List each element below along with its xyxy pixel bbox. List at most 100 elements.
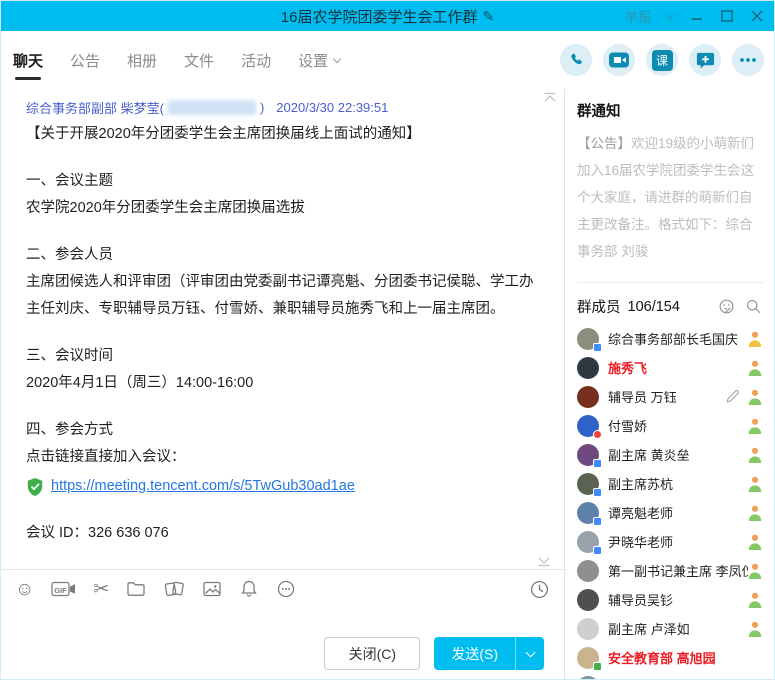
qq-group-chat-window: 16届农学院团委学生会工作群 ✎ 举报 聊天 公告 相册 文件 活动 设置 — [0, 0, 775, 680]
send-file-folder-icon[interactable] — [126, 579, 146, 599]
tab-announcement-label: 公告 — [70, 50, 100, 71]
scroll-to-bottom-button[interactable] — [536, 556, 552, 567]
member-row[interactable]: 尹晓华老师 — [577, 527, 764, 556]
message-line: 三、会议时间 — [26, 343, 538, 370]
member-avatar — [577, 618, 599, 640]
member-avatar — [577, 386, 599, 408]
video-call-button[interactable] — [603, 44, 635, 76]
tab-announcement[interactable]: 公告 — [70, 31, 100, 89]
member-avatar — [577, 415, 599, 437]
window-shake-icon[interactable] — [163, 579, 185, 599]
message-input[interactable] — [1, 608, 564, 634]
close-button[interactable] — [750, 6, 764, 26]
member-avatar — [577, 473, 599, 495]
message-line: 2020年4月1日（周三）14:00-16:00 — [26, 370, 538, 397]
search-members-icon[interactable] — [745, 298, 762, 315]
tab-settings[interactable]: 设置 — [298, 31, 340, 89]
members-title: 群成员 — [577, 296, 621, 317]
member-name: 副主席 黄炎垒 — [608, 445, 748, 464]
member-level-person-icon — [748, 389, 762, 405]
create-group-chat-button[interactable] — [689, 44, 721, 76]
edit-card-pencil-icon[interactable] — [725, 389, 740, 404]
member-avatar — [577, 444, 599, 466]
chat-bubble-plus-icon — [695, 50, 716, 71]
member-avatar — [577, 357, 599, 379]
maximize-button[interactable] — [720, 6, 734, 26]
member-avatar — [577, 502, 599, 524]
message-link-line: https://meeting.tencent.com/s/5TwGub30ad… — [26, 473, 538, 500]
member-name: 安全教育部 高旭园 — [608, 648, 762, 667]
member-name: 谭亮魁老师 — [608, 503, 748, 522]
class-course-icon: 课 — [652, 50, 673, 71]
message-line: 会议 ID：326 636 076 — [26, 520, 538, 547]
tab-activity-label: 活动 — [241, 50, 271, 71]
emoji-icon[interactable]: ☺ — [15, 580, 34, 599]
member-row[interactable]: 施秀飞 — [577, 353, 764, 382]
class-course-button[interactable]: 课 — [646, 44, 678, 76]
status-badge — [593, 430, 602, 439]
nudge-bell-icon[interactable] — [239, 579, 259, 599]
member-row[interactable]: 综合事务部部长毛国庆 — [577, 324, 764, 353]
mute-members-icon[interactable] — [718, 298, 735, 315]
send-button[interactable]: 发送(S) — [434, 637, 544, 670]
member-row[interactable]: 第一副书记兼主席 李凤仪 — [577, 556, 764, 585]
member-row[interactable]: 副主席苏杭 — [577, 469, 764, 498]
phone-icon — [568, 52, 585, 69]
status-badge — [593, 488, 602, 497]
member-row[interactable]: 谭亮魁老师 — [577, 498, 764, 527]
status-badge — [593, 459, 602, 468]
composer-toolbar: ☺ GIF ✂ — [1, 569, 564, 608]
member-avatar — [577, 560, 599, 582]
minimize-button[interactable] — [690, 6, 704, 26]
member-row[interactable]: 辅导员吴钐 — [577, 585, 764, 614]
member-name: 第一副书记兼主席 李凤仪 — [608, 561, 748, 580]
tab-chat[interactable]: 聊天 — [13, 31, 43, 89]
member-list: 综合事务部部长毛国庆 施秀飞 辅导员 万钰 — [577, 324, 764, 680]
title-bar: 16届农学院团委学生会工作群 ✎ 举报 — [1, 1, 774, 31]
censored-qq-number — [168, 100, 256, 115]
more-tools-icon[interactable] — [276, 579, 296, 599]
screenshot-scissors-icon[interactable]: ✂ — [93, 580, 109, 599]
voice-call-button[interactable] — [560, 44, 592, 76]
group-notice-title: 群通知 — [577, 100, 764, 121]
member-row[interactable]: 副主席 黄炎垒 — [577, 440, 764, 469]
member-row[interactable]: 安全教育部 高旭园 — [577, 643, 764, 672]
gif-icon[interactable]: GIF — [51, 580, 76, 598]
group-title-text: 16届农学院团委学生会工作群 — [281, 6, 478, 27]
send-button-label[interactable]: 发送(S) — [434, 637, 515, 670]
member-level-person-icon — [748, 621, 762, 637]
group-notice-section[interactable]: 群通知 【公告】欢迎19级的小萌新们加入16届农学院团委学生会这个大家庭，请进群… — [577, 100, 764, 283]
tab-files[interactable]: 文件 — [184, 31, 214, 89]
member-avatar — [577, 647, 599, 669]
status-badge — [593, 662, 602, 671]
tab-settings-label: 设置 — [298, 50, 328, 71]
tab-album[interactable]: 相册 — [127, 31, 157, 89]
member-name: 辅导员吴钐 — [608, 590, 748, 609]
chat-panel: 综合事务部副部 柴梦莹( ) 2020/3/30 22:39:51 【关于开展2… — [1, 89, 565, 680]
member-row[interactable]: 副主席 卢泽如 — [577, 614, 764, 643]
status-badge — [593, 546, 602, 555]
titlebar-chevron-down-icon[interactable] — [666, 10, 676, 20]
tab-chat-label: 聊天 — [13, 50, 43, 71]
message-line: 二、参会人员 — [26, 242, 538, 269]
edit-title-icon[interactable]: ✎ — [482, 8, 494, 25]
members-header: 群成员 106/154 — [577, 296, 762, 317]
member-row[interactable]: 第二课堂管理部姜酌悦 — [577, 672, 764, 680]
member-row[interactable]: 付雪娇 — [577, 411, 764, 440]
member-level-person-icon — [748, 476, 762, 492]
tab-activity[interactable]: 活动 — [241, 31, 271, 89]
member-level-person-icon — [748, 331, 762, 347]
notice-body: 欢迎19级的小萌新们加入16届农学院团委学生会这个大家庭，请进群的萌新们自主更改… — [577, 136, 754, 259]
message-history-clock-icon[interactable] — [529, 579, 550, 600]
scroll-to-top-button[interactable] — [542, 92, 558, 103]
minimize-icon — [691, 10, 703, 22]
member-row[interactable]: 辅导员 万钰 — [577, 382, 764, 411]
report-button[interactable]: 举报 — [625, 7, 651, 26]
close-chat-button[interactable]: 关闭(C) — [324, 637, 420, 670]
image-icon[interactable] — [202, 579, 222, 599]
member-name: 尹晓华老师 — [608, 532, 748, 551]
more-actions-button[interactable] — [732, 44, 764, 76]
send-options-button[interactable] — [515, 637, 544, 670]
meeting-link[interactable]: https://meeting.tencent.com/s/5TwGub30ad… — [51, 473, 355, 500]
svg-text:GIF: GIF — [55, 586, 68, 595]
